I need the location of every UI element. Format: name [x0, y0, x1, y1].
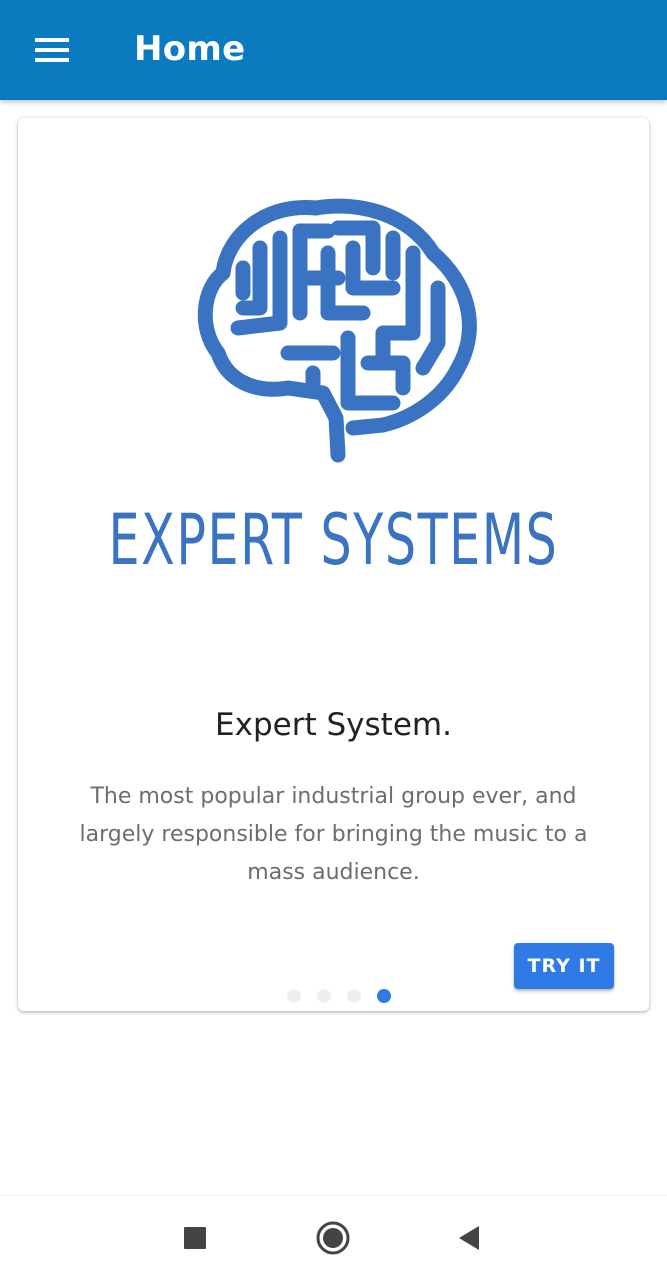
try-it-button[interactable]: TRY IT	[514, 943, 614, 989]
system-nav-bar	[0, 1195, 667, 1280]
logo-text: EXPERT SYSTEMS	[108, 499, 559, 581]
pagination-dot[interactable]	[286, 989, 301, 1003]
recents-button[interactable]	[171, 1216, 219, 1264]
brain-maze-icon	[188, 193, 488, 488]
card-title: Expert System.	[215, 707, 452, 743]
back-button[interactable]	[445, 1216, 493, 1264]
recents-square-icon	[183, 1226, 207, 1255]
pagination-dot[interactable]	[316, 989, 331, 1003]
page-title: Home	[134, 29, 246, 69]
home-circle-icon	[315, 1220, 351, 1261]
back-triangle-icon	[457, 1225, 481, 1256]
carousel-card: EXPERT SYSTEMS Expert System. The most p…	[18, 118, 649, 1011]
pagination-dot[interactable]	[346, 989, 361, 1003]
card-description: The most popular industrial group ever, …	[79, 784, 588, 885]
pagination-dots	[18, 989, 649, 1003]
menu-button[interactable]	[20, 22, 84, 78]
home-button[interactable]	[309, 1216, 357, 1264]
screen: Home EXPERT SYSTEMS Expert System. The m…	[0, 0, 667, 1280]
app-bar: Home	[0, 0, 667, 100]
pagination-dot-active[interactable]	[376, 989, 391, 1003]
logo: EXPERT SYSTEMS	[18, 118, 649, 598]
hamburger-menu-icon	[35, 37, 69, 63]
